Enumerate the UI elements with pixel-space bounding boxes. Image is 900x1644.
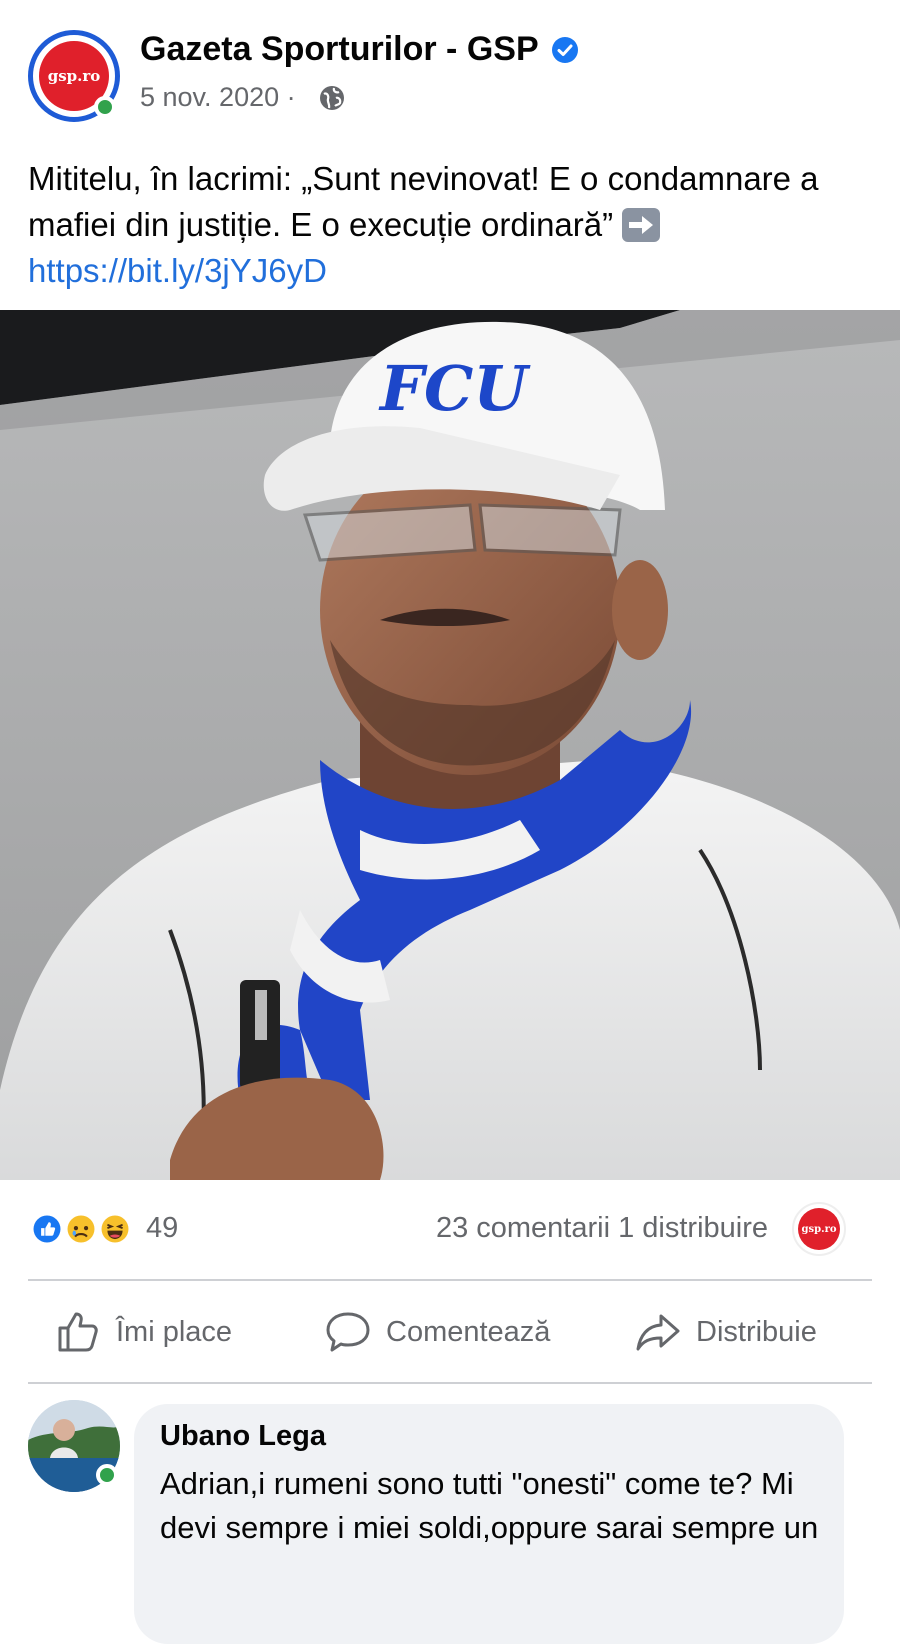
comment-bubble[interactable]: Ubano Lega Adrian,i rumeni sono tutti "o… [134,1404,844,1644]
comment-text: Adrian,i rumeni sono tutti "onesti" come… [160,1466,819,1545]
globe-icon [320,86,344,110]
comment-button[interactable]: Comentează [324,1282,550,1382]
cap-logo: FCU [378,352,531,425]
page-name[interactable]: Gazeta Sporturilor - GSP [140,30,539,69]
commenter-online-icon [96,1464,118,1486]
reaction-count[interactable]: 49 [146,1212,178,1245]
thumbs-up-icon [58,1312,98,1352]
like-button[interactable]: Îmi place [54,1282,232,1382]
share-label: Distribuie [696,1315,817,1348]
sad-icon [62,1210,100,1248]
comment-item: Ubano Lega Adrian,i rumeni sono tutti "o… [0,1396,900,1644]
post-header: gsp.ro Gazeta Sporturilor - GSP 5 nov. 2… [0,0,900,150]
comment-bubble-icon [326,1312,370,1352]
post-link[interactable]: https://bit.ly/3jYJ6yD [28,252,327,289]
haha-icon [96,1210,134,1248]
share-button[interactable]: Distribuie [634,1282,817,1382]
right-arrow-icon [622,208,661,242]
verified-badge-icon [552,37,578,63]
commenter-name[interactable]: Ubano Lega [160,1420,326,1453]
share-arrow-icon [636,1314,680,1351]
divider-top [28,1279,872,1281]
like-label: Îmi place [116,1315,233,1348]
reactions-summary[interactable]: 49 23 comentarii 1 distribuire gsp.ro [0,1190,900,1270]
action-bar: Îmi place Comentează Distribuie [0,1282,900,1382]
like-icon [28,1210,66,1248]
divider-bottom [28,1382,872,1384]
post-photo[interactable]: FCU [0,310,900,1180]
post-photo-image: FCU [0,310,900,1180]
comments-shares-count[interactable]: 23 comentarii 1 distribuire [436,1212,768,1245]
page-share-avatar[interactable]: gsp.ro [792,1202,846,1256]
post-message-text: Mititelu, în lacrimi: „Sunt nevinovat! E… [28,160,819,243]
post-message: Mititelu, în lacrimi: „Sunt nevinovat! E… [28,156,868,294]
post-date[interactable]: 5 nov. 2020 · [140,82,296,113]
comment-label: Comentează [386,1315,551,1348]
online-status-icon [94,96,116,118]
page-share-avatar-logo: gsp.ro [798,1208,840,1250]
